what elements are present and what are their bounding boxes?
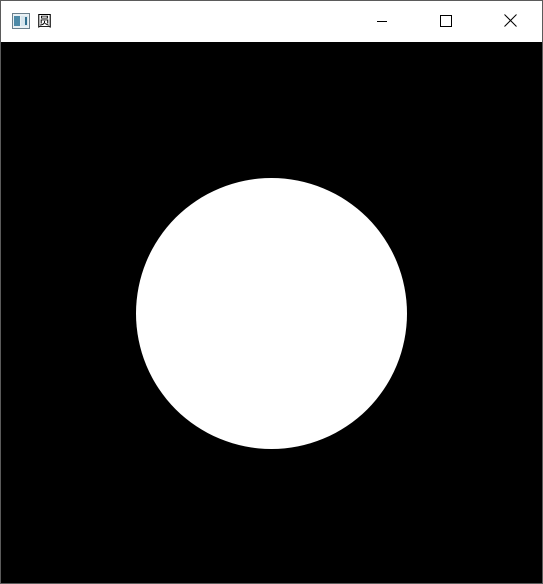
drawing-canvas: [1, 42, 542, 583]
maximize-button[interactable]: [423, 1, 469, 42]
close-icon: [503, 12, 517, 31]
minimize-icon: [376, 12, 388, 31]
maximize-icon: [440, 12, 452, 31]
white-circle: [136, 178, 407, 449]
minimize-button[interactable]: [359, 1, 405, 42]
title-bar[interactable]: 圆: [1, 1, 542, 42]
close-button[interactable]: [487, 1, 533, 42]
app-window-icon[interactable]: [12, 13, 30, 29]
app-window: 圆: [0, 0, 543, 584]
window-title: 圆: [37, 12, 53, 30]
